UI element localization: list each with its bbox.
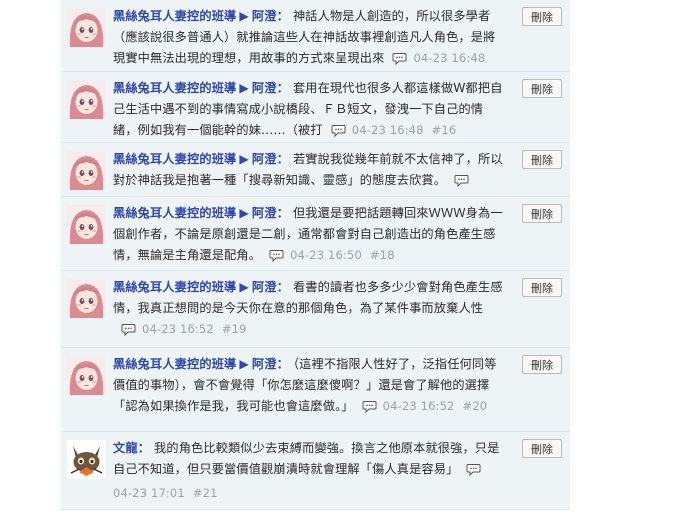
comment-body: 黑絲兔耳人妻控的班導 ▶ 阿澄： 但我還是要把話題轉回來ＷＷＷ身為一個創作者，不論是原…	[113, 203, 562, 269]
comment-row: 黑絲兔耳人妻控的班導 ▶ 阿澄： 但我還是要把話題轉回來ＷＷＷ身為一個創作者，不論是原…	[61, 197, 570, 271]
author-colon: ：	[276, 81, 289, 95]
delete-button[interactable]: 刪除	[522, 278, 562, 297]
delete-button[interactable]: 刪除	[522, 150, 562, 169]
delete-button[interactable]: 刪除	[522, 355, 562, 374]
anime-girl-avatar[interactable]	[67, 356, 106, 395]
author-link[interactable]: 黑絲兔耳人妻控的班導	[113, 9, 236, 23]
author-link[interactable]: 文龍	[113, 441, 138, 455]
floor-number[interactable]: #19	[222, 322, 247, 336]
reply-icon[interactable]	[121, 322, 136, 343]
delete-button[interactable]: 刪除	[522, 7, 562, 26]
reply-arrow-icon: ▶	[239, 81, 249, 95]
reply-icon[interactable]	[362, 399, 377, 420]
reply-icon[interactable]	[269, 248, 284, 269]
comment-body: 文龍： 我的角色比較類似少去束縛而變強。換言之他原本就很強，只是自己不知道，但只要…	[113, 438, 562, 504]
comment-time: 04-23 16:52	[142, 322, 214, 336]
comment-row: 黑絲兔耳人妻控的班導 ▶ 阿澄： 若實說我從幾年前就不太信神了，所以對於神話我是抱著一…	[61, 143, 570, 211]
reply-arrow-icon: ▶	[239, 9, 249, 23]
reply-target-link[interactable]: 阿澄	[252, 280, 277, 294]
anime-girl-avatar[interactable]	[67, 279, 106, 318]
reply-target-link[interactable]: 阿澄	[252, 357, 277, 371]
author-link[interactable]: 黑絲兔耳人妻控的班導	[113, 81, 236, 95]
comment-row: 黑絲兔耳人妻控的班導 ▶ 阿澄： 套用在現代也很多人都這樣做W都把自己生活中遇不到的事…	[61, 72, 570, 143]
anime-girl-avatar[interactable]	[67, 151, 106, 190]
comment-thread: 黑絲兔耳人妻控的班導 ▶ 阿澄： 神話人物是人創造的，所以很多學者（應該說很多普通人）…	[61, 0, 570, 510]
author-link[interactable]: 黑絲兔耳人妻控的班導	[113, 206, 236, 220]
author-link[interactable]: 黑絲兔耳人妻控的班導	[113, 280, 236, 294]
reply-icon[interactable]	[331, 123, 346, 144]
anime-girl-avatar[interactable]	[67, 8, 106, 47]
reply-arrow-icon: ▶	[239, 206, 249, 220]
floor-number[interactable]: #20	[463, 399, 488, 413]
floor-number[interactable]: #21	[193, 486, 218, 500]
author-link[interactable]: 黑絲兔耳人妻控的班導	[113, 152, 236, 166]
delete-button[interactable]: 刪除	[522, 204, 562, 223]
floor-number[interactable]: #18	[370, 248, 395, 262]
reply-arrow-icon: ▶	[239, 280, 249, 294]
reply-target-link[interactable]: 阿澄	[252, 206, 277, 220]
comment-time: 04-23 16:50	[290, 248, 362, 262]
reply-target-link[interactable]: 阿澄	[252, 9, 277, 23]
cat-avatar[interactable]	[67, 440, 106, 479]
reply-icon[interactable]	[466, 462, 481, 483]
author-colon: ：	[137, 441, 151, 455]
comment-row: 黑絲兔耳人妻控的班導 ▶ 阿澄： 看書的讀者也多多少少會對角色產生感情，我真正想問的是…	[61, 271, 570, 348]
reply-arrow-icon: ▶	[239, 357, 249, 371]
reply-arrow-icon: ▶	[239, 152, 249, 166]
comment-text: 我的角色比較類似少去束縛而變強。換言之他原本就很強，只是自己不知道，但只要當價值…	[113, 441, 500, 476]
comment-row: 文龍： 我的角色比較類似少去束縛而變強。換言之他原本就很強，只是自己不知道，但只要…	[61, 432, 570, 510]
comment-time: 04-23 17:01	[113, 486, 185, 500]
comment-time: 04-23 16:48	[413, 51, 486, 65]
reply-icon[interactable]	[392, 51, 407, 72]
comment-time: 04-23 16:52	[382, 399, 455, 413]
comment-row: 黑絲兔耳人妻控的班導 ▶ 阿澄： （這裡不指限人性好了，泛指任何同等價值的事物），會不…	[61, 348, 570, 432]
comment-body: 黑絲兔耳人妻控的班導 ▶ 阿澄： 看書的讀者也多多少少會對角色產生感情，我真正想問的是…	[113, 277, 562, 343]
anime-girl-avatar[interactable]	[67, 80, 106, 119]
author-link[interactable]: 黑絲兔耳人妻控的班導	[113, 357, 236, 371]
comment-body: 黑絲兔耳人妻控的班導 ▶ 阿澄： 套用在現代也很多人都這樣做W都把自己生活中遇不到的事…	[113, 78, 562, 144]
comment-row: 黑絲兔耳人妻控的班導 ▶ 阿澄： 神話人物是人創造的，所以很多學者（應該說很多普通人）…	[61, 0, 570, 89]
delete-button[interactable]: 刪除	[522, 79, 562, 98]
author-colon: ：	[276, 152, 289, 166]
reply-icon[interactable]	[454, 173, 469, 194]
delete-button[interactable]: 刪除	[522, 439, 562, 458]
comment-time: 04-23 16:48	[351, 123, 424, 137]
reply-target-link[interactable]: 阿澄	[252, 81, 277, 95]
floor-number[interactable]: #16	[432, 123, 457, 137]
author-colon: ：	[276, 9, 289, 23]
anime-girl-avatar[interactable]	[67, 205, 106, 244]
author-colon: ：	[276, 206, 289, 220]
comment-body: 黑絲兔耳人妻控的班導 ▶ 阿澄： （這裡不指限人性好了，泛指任何同等價值的事物），會不…	[113, 354, 562, 420]
author-colon: ：	[276, 357, 289, 371]
reply-target-link[interactable]: 阿澄	[252, 152, 277, 166]
author-colon: ：	[276, 280, 289, 294]
